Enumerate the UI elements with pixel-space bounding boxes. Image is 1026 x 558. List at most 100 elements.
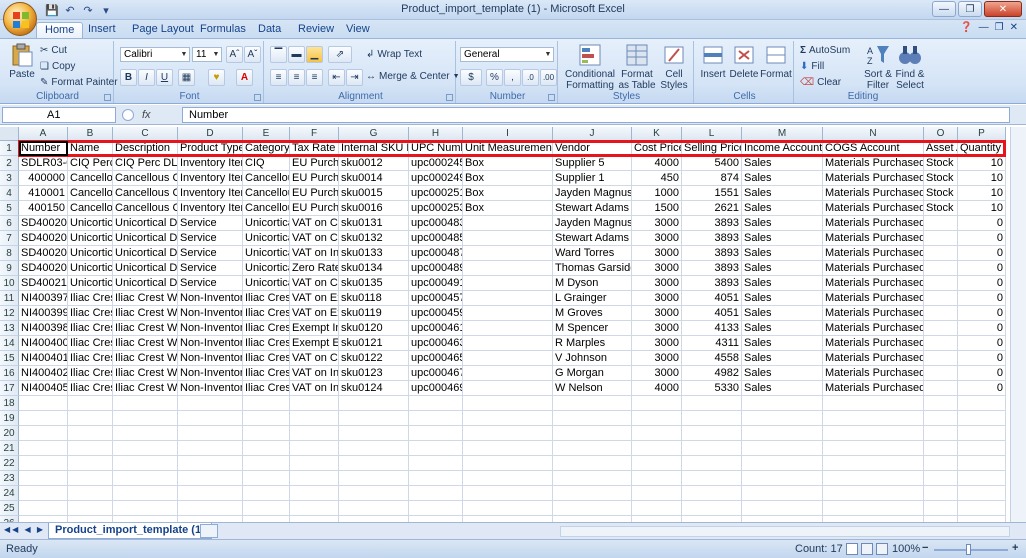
empty-cell[interactable] [958, 426, 1006, 441]
row-header[interactable]: 9 [0, 261, 19, 276]
header-cell[interactable]: Name [68, 141, 113, 156]
empty-cell[interactable] [463, 501, 553, 516]
empty-cell[interactable] [178, 426, 243, 441]
table-cell[interactable] [924, 321, 958, 336]
row-header[interactable]: 5 [0, 201, 19, 216]
table-cell[interactable]: 4311 [682, 336, 742, 351]
empty-cell[interactable] [463, 486, 553, 501]
empty-cell[interactable] [19, 396, 68, 411]
table-cell[interactable]: VAT on In [290, 246, 339, 261]
table-cell[interactable]: Cancellous Ch [113, 201, 178, 216]
table-cell[interactable]: Unicortical Dc [113, 246, 178, 261]
empty-cell[interactable] [958, 486, 1006, 501]
tab-insert[interactable]: Insert [80, 22, 124, 38]
empty-cell[interactable] [290, 396, 339, 411]
table-cell[interactable]: upc000457 [409, 291, 463, 306]
table-cell[interactable]: 0 [958, 321, 1006, 336]
table-cell[interactable]: Cancellou [68, 186, 113, 201]
table-cell[interactable]: Materials Purchased [823, 246, 924, 261]
table-cell[interactable]: 0 [958, 216, 1006, 231]
insert-sheet-icon[interactable] [200, 524, 218, 538]
row-header[interactable]: 4 [0, 186, 19, 201]
table-cell[interactable]: Iliac Cres [68, 291, 113, 306]
table-cell[interactable]: Materials Purchased [823, 276, 924, 291]
table-cell[interactable]: Unicortica [243, 261, 290, 276]
empty-cell[interactable] [742, 471, 823, 486]
header-cell[interactable]: Tax Rate [290, 141, 339, 156]
table-cell[interactable]: Stock [924, 171, 958, 186]
table-cell[interactable]: Stewart Adams [553, 201, 632, 216]
help-icon[interactable]: ❓ [960, 22, 972, 33]
table-cell[interactable]: sku0135 [339, 276, 409, 291]
empty-cell[interactable] [178, 486, 243, 501]
table-cell[interactable]: Materials Purchased [823, 336, 924, 351]
empty-cell[interactable] [339, 441, 409, 456]
table-cell[interactable] [924, 291, 958, 306]
table-cell[interactable]: Inventory Iter [178, 156, 243, 171]
empty-cell[interactable] [339, 456, 409, 471]
empty-cell[interactable] [632, 456, 682, 471]
empty-cell[interactable] [958, 456, 1006, 471]
table-cell[interactable]: Sales [742, 336, 823, 351]
empty-cell[interactable] [19, 411, 68, 426]
table-cell[interactable]: Materials Purchased [823, 366, 924, 381]
table-cell[interactable]: 3893 [682, 261, 742, 276]
table-cell[interactable]: Iliac Cres [68, 351, 113, 366]
table-cell[interactable]: SDLR03-01 [19, 156, 68, 171]
table-cell[interactable]: Iliac Cres [68, 381, 113, 396]
table-cell[interactable]: Unicortica [243, 231, 290, 246]
table-cell[interactable]: Non-Inventor [178, 291, 243, 306]
conditional-formatting-button[interactable]: Conditional Formatting [564, 43, 616, 91]
table-cell[interactable] [463, 246, 553, 261]
table-cell[interactable]: Sales [742, 306, 823, 321]
table-cell[interactable]: Sales [742, 216, 823, 231]
table-cell[interactable] [463, 366, 553, 381]
empty-cell[interactable] [339, 396, 409, 411]
empty-cell[interactable] [742, 396, 823, 411]
table-cell[interactable]: Unicortic [68, 216, 113, 231]
header-cell[interactable]: Unit Measurement [463, 141, 553, 156]
ribbon-close-icon[interactable]: ✕ [1010, 22, 1018, 33]
table-cell[interactable]: sku0124 [339, 381, 409, 396]
empty-cell[interactable] [243, 501, 290, 516]
table-cell[interactable]: VAT on Ca [290, 276, 339, 291]
empty-cell[interactable] [243, 456, 290, 471]
table-cell[interactable]: Inventory Iter [178, 186, 243, 201]
empty-cell[interactable] [682, 396, 742, 411]
table-cell[interactable]: 3000 [632, 261, 682, 276]
table-cell[interactable]: CIQ Perc [68, 156, 113, 171]
header-cell[interactable]: COGS Account [823, 141, 924, 156]
column-header[interactable]: G [339, 127, 409, 141]
table-cell[interactable]: Materials Purchased [823, 216, 924, 231]
table-cell[interactable]: EU Purcha [290, 171, 339, 186]
table-cell[interactable] [463, 321, 553, 336]
table-cell[interactable]: Materials Purchased [823, 291, 924, 306]
empty-cell[interactable] [409, 501, 463, 516]
table-cell[interactable]: Iliac Crest We [113, 366, 178, 381]
table-cell[interactable]: upc000251 [409, 186, 463, 201]
table-cell[interactable]: 4051 [682, 291, 742, 306]
table-cell[interactable]: NI400405 [19, 381, 68, 396]
empty-cell[interactable] [290, 471, 339, 486]
table-cell[interactable]: upc000253 [409, 201, 463, 216]
table-cell[interactable]: Cancellous Ch [113, 171, 178, 186]
table-cell[interactable]: Sales [742, 246, 823, 261]
table-cell[interactable]: Iliac Crest We [113, 336, 178, 351]
table-cell[interactable]: Materials Purchased [823, 261, 924, 276]
empty-cell[interactable] [290, 411, 339, 426]
table-cell[interactable]: V Johnson [553, 351, 632, 366]
table-cell[interactable]: NI400400 [19, 336, 68, 351]
table-cell[interactable]: VAT on Ex [290, 306, 339, 321]
empty-cell[interactable] [823, 411, 924, 426]
empty-cell[interactable] [113, 471, 178, 486]
formula-input[interactable]: Number [182, 107, 1010, 123]
restore-icon[interactable]: ❐ [958, 1, 982, 17]
bold-icon[interactable]: B [120, 69, 137, 86]
table-cell[interactable]: Non-Inventor [178, 351, 243, 366]
font-size-select[interactable]: 11 ▼ [192, 47, 222, 62]
table-cell[interactable]: Iliac Crest We [113, 381, 178, 396]
number-format-select[interactable]: General ▼ [460, 47, 554, 62]
table-cell[interactable] [924, 351, 958, 366]
empty-cell[interactable] [632, 486, 682, 501]
zoom-in-icon[interactable]: + [1012, 542, 1018, 554]
